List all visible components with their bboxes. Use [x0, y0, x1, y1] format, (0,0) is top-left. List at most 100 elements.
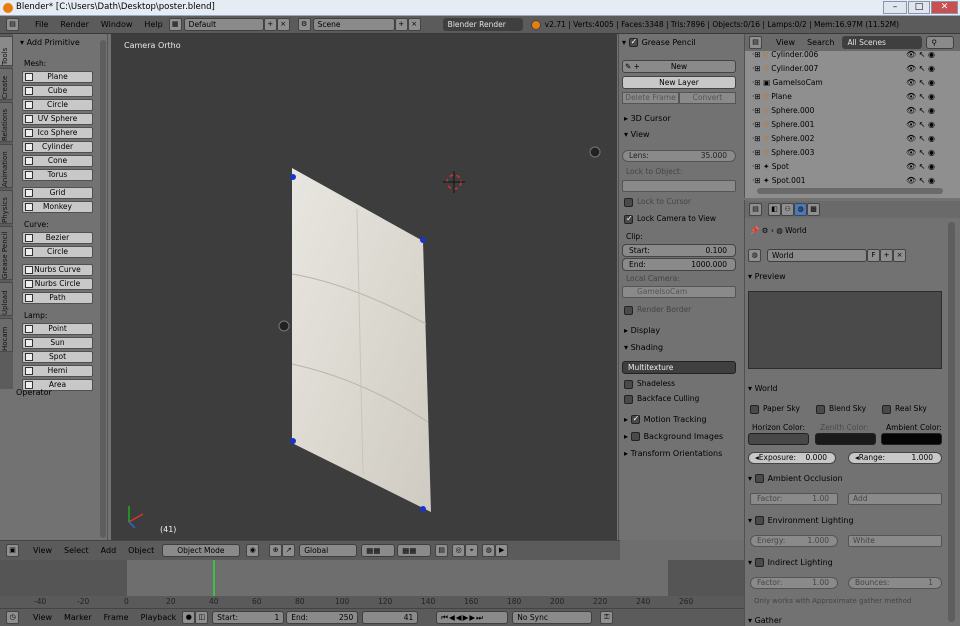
start-frame-field[interactable]: Start: 1 — [212, 611, 285, 624]
scene-remove-icon[interactable]: × — [407, 18, 421, 31]
menu-window[interactable]: Window — [101, 20, 133, 29]
editor-type-icon[interactable]: ▤ — [6, 18, 19, 31]
lock-object-field[interactable] — [622, 180, 736, 192]
env-color-select[interactable]: White — [848, 535, 942, 547]
ambient-occlusion-header[interactable]: ▾ Ambient Occlusion — [748, 474, 944, 483]
preview-panel-header[interactable]: ▾ Preview — [748, 272, 944, 281]
maximize-button[interactable]: □ — [908, 1, 930, 14]
add-curve-circle-button[interactable]: Circle — [22, 246, 93, 258]
close-button[interactable]: ✕ — [931, 1, 958, 14]
grease-pencil-header[interactable]: ▾ Grease Pencil — [622, 37, 696, 47]
add-monkey-button[interactable]: Monkey — [22, 201, 93, 213]
add-sun-lamp-button[interactable]: Sun — [22, 337, 93, 349]
add-primitive-header[interactable]: ▾ Add Primitive — [20, 38, 80, 47]
3d-menu-select[interactable]: Select — [64, 546, 89, 555]
backface-culling-checkbox[interactable]: Backface Culling — [624, 394, 699, 404]
tab-tools[interactable]: Tools — [0, 36, 13, 66]
add-uv-sphere-button[interactable]: UV Sphere — [22, 113, 93, 125]
viewport-shading-icon[interactable]: ◉ — [246, 544, 260, 557]
outliner-menu-view[interactable]: View — [776, 38, 795, 47]
motion-tracking-header[interactable]: ▸ Motion Tracking — [624, 414, 707, 424]
snap-icon[interactable]: ⌖ — [465, 544, 479, 557]
3d-menu-view[interactable]: View — [33, 546, 52, 555]
tab-physics[interactable]: Physics — [0, 190, 13, 224]
add-nurbs-circle-button[interactable]: Nurbs Circle — [22, 278, 93, 290]
proportional-edit-icon[interactable]: ◎ — [452, 544, 466, 557]
add-cube-button[interactable]: Cube — [22, 85, 93, 97]
lock-camera-checkbox[interactable]: Lock Camera to View — [624, 214, 716, 224]
timeline-menu-view[interactable]: View — [33, 613, 52, 622]
render-preview-icon[interactable]: ◍ — [482, 544, 496, 557]
pivot-point-icon[interactable]: ⊕ — [269, 544, 283, 557]
exposure-field[interactable]: ◂Exposure: 0.000 — [748, 452, 836, 464]
horizon-color-swatch[interactable] — [748, 433, 809, 445]
view-panel-header[interactable]: ▾ View — [624, 130, 650, 139]
background-images-header[interactable]: ▸ Background Images — [624, 432, 723, 441]
world-browse-icon[interactable]: ◍ — [748, 249, 761, 262]
energy-field[interactable]: Energy: 1.000 — [750, 535, 838, 547]
layer-buttons-2[interactable]: ▦▦ — [397, 544, 432, 557]
render-border-checkbox[interactable]: Render Border — [624, 305, 691, 315]
tab-hocam[interactable]: Hocam — [0, 318, 13, 352]
range-field[interactable]: ◂Range: 1.000 — [848, 452, 942, 464]
transform-orientations-header[interactable]: ▸ Transform Orientations — [624, 449, 722, 458]
minimize-button[interactable]: – — [883, 1, 907, 14]
add-grid-button[interactable]: Grid — [22, 187, 93, 199]
3d-editor-icon[interactable]: ▣ — [6, 544, 19, 557]
shading-mode-select[interactable]: Multitexture — [622, 361, 736, 374]
timeline-menu-playback[interactable]: Playback — [141, 613, 177, 622]
clip-end-field[interactable]: End: 1000.000 — [622, 258, 736, 271]
poster-plane[interactable] — [292, 168, 431, 512]
tab-upload[interactable]: Upload — [0, 282, 13, 316]
sync-mode-select[interactable]: No Sync — [512, 611, 593, 624]
world-datablock[interactable]: ◍ World F + × — [748, 249, 914, 262]
scene-add-icon[interactable]: + — [394, 18, 408, 31]
layout-icon[interactable]: ▦ — [168, 18, 182, 31]
tab-create[interactable]: Create — [0, 68, 13, 100]
menu-render[interactable]: Render — [60, 20, 88, 29]
add-hemi-lamp-button[interactable]: Hemi — [22, 365, 93, 377]
add-bezier-button[interactable]: Bezier — [22, 232, 93, 244]
current-frame-field[interactable]: 41 — [362, 611, 419, 624]
tab-relations[interactable]: Relations — [0, 102, 13, 142]
world-add-icon[interactable]: + — [880, 249, 893, 262]
scene-icon[interactable]: ⚙ — [297, 18, 311, 31]
local-camera-field[interactable]: GameIsoCam — [622, 286, 736, 298]
lens-field[interactable]: Lens: 35.000 — [622, 150, 736, 162]
texture-tab-icon[interactable]: ▩ — [807, 203, 820, 216]
layout-field[interactable]: Default — [183, 18, 264, 31]
delete-frame-button[interactable]: Delete Frame — [622, 92, 679, 104]
real-sky-checkbox[interactable]: Real Sky — [882, 404, 927, 414]
render-tab-icon[interactable]: ◧ — [768, 203, 781, 216]
ambient-color-swatch[interactable] — [881, 433, 942, 445]
lock-cursor-checkbox[interactable]: Lock to Cursor — [624, 197, 691, 207]
outliner-scrollbar[interactable] — [757, 188, 943, 194]
lock-layers-icon[interactable]: ▤ — [435, 544, 449, 557]
menu-help[interactable]: Help — [144, 20, 162, 29]
add-spot-lamp-button[interactable]: Spot — [22, 351, 93, 363]
scene-tab-icon[interactable]: ⚇ — [781, 203, 794, 216]
render-engine-select[interactable]: Blender Render — [442, 18, 523, 31]
record-icon[interactable]: ● — [182, 611, 196, 624]
properties-editor-icon[interactable]: ▤ — [749, 203, 762, 216]
timeline-editor-icon[interactable]: ◷ — [6, 611, 19, 624]
3d-viewport[interactable]: Camera Ortho (41) — [111, 34, 617, 540]
transform-orientation-select[interactable]: Global — [299, 544, 358, 557]
add-plane-button[interactable]: Plane — [22, 71, 93, 83]
blend-sky-checkbox[interactable]: Blend Sky — [816, 404, 866, 414]
end-frame-field[interactable]: End: 250 — [286, 611, 359, 624]
zenith-color-swatch[interactable] — [815, 433, 876, 445]
clip-start-field[interactable]: Start: 0.100 — [622, 244, 736, 257]
shading-panel-header[interactable]: ▾ Shading — [624, 343, 663, 352]
indirect-factor-field[interactable]: Factor: 1.00 — [750, 577, 838, 589]
indirect-lighting-header[interactable]: ▾ Indirect Lighting — [748, 558, 944, 567]
add-point-lamp-button[interactable]: Point — [22, 323, 93, 335]
add-ico-sphere-button[interactable]: Ico Sphere — [22, 127, 93, 139]
3d-cursor-panel-header[interactable]: ▸ 3D Cursor — [624, 114, 671, 123]
fake-user-button[interactable]: F — [867, 249, 880, 262]
environment-lighting-header[interactable]: ▾ Environment Lighting — [748, 516, 944, 525]
convert-button[interactable]: Convert — [679, 92, 736, 104]
shadeless-checkbox[interactable]: Shadeless — [624, 379, 675, 389]
layout-remove-icon[interactable]: × — [276, 18, 290, 31]
add-cylinder-button[interactable]: Cylinder — [22, 141, 93, 153]
